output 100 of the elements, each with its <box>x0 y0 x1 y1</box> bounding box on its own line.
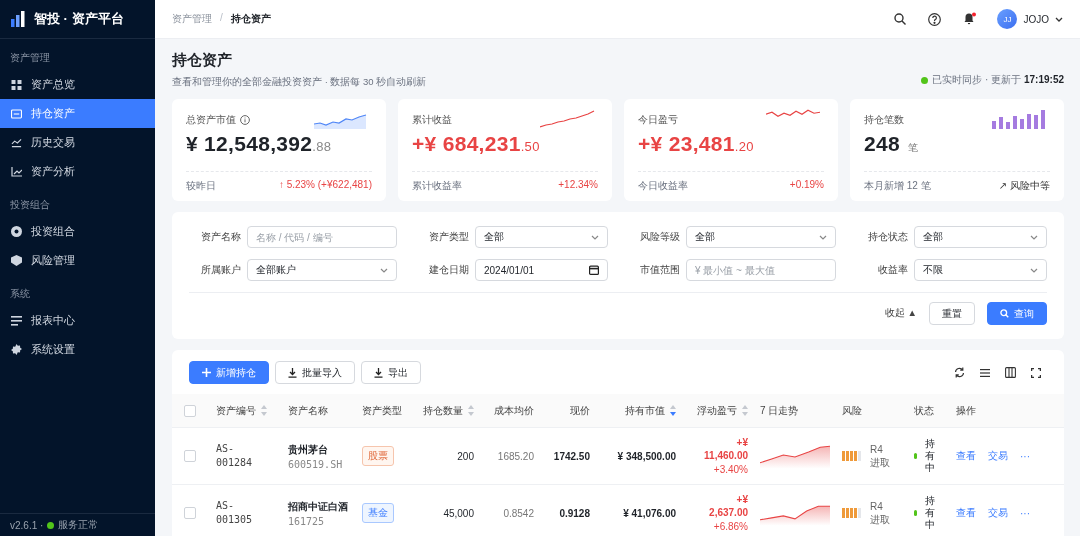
info-icon[interactable] <box>240 115 250 125</box>
breadcrumb-separator: / <box>220 12 223 25</box>
filter-label: 建仓日期 <box>428 263 469 277</box>
collapse-link[interactable]: 收起 ▲ <box>884 307 917 320</box>
export-button[interactable]: 导出 <box>361 361 421 384</box>
status-text: 持有中 <box>925 495 935 531</box>
nav-group-title: 资产管理 <box>9 51 51 65</box>
stat-footnote: 今日收益率 <box>638 179 688 193</box>
floating-profit: +¥ 2,637.00 <box>709 494 748 519</box>
action-link[interactable]: 交易 <box>988 506 1008 520</box>
nav-item[interactable]: 风险管理 <box>0 246 155 275</box>
dropdown-field[interactable]: 全部 <box>686 226 836 248</box>
card-icon <box>11 108 22 119</box>
risk-label: 进取 <box>870 513 890 526</box>
search-icon <box>1000 309 1009 318</box>
stat-label: 总资产市值 <box>186 113 236 127</box>
status-dot <box>47 521 55 529</box>
stat-change: +12.34% <box>558 179 598 192</box>
action-link[interactable]: 查看 <box>956 506 976 520</box>
filter-label: 所属账户 <box>200 263 241 277</box>
nav-item[interactable]: 投资组合 <box>0 217 155 246</box>
asset-code: 600519.SH <box>288 458 343 470</box>
asset-type-tag: 基金 <box>362 503 394 523</box>
row-checkbox[interactable] <box>184 450 196 462</box>
nav-item[interactable]: 资产总览 <box>0 70 155 99</box>
column-header: 资产编号 <box>216 403 256 418</box>
help-icon[interactable] <box>928 12 942 26</box>
sort-icon[interactable] <box>670 405 676 416</box>
download-icon <box>374 367 383 378</box>
nav-item[interactable]: 资产分析 <box>0 157 155 186</box>
app-logo-text: 智投 · 资产平台 <box>34 10 124 28</box>
download-icon <box>288 367 297 378</box>
page-title: 持仓资产 <box>172 51 233 70</box>
risk-meter <box>842 451 862 461</box>
select-all-checkbox[interactable] <box>184 404 196 417</box>
nav-item[interactable]: 报表中心 <box>0 306 155 335</box>
nav-group-title: 系统 <box>9 287 31 301</box>
filter-label: 收益率 <box>877 263 908 277</box>
status-text: 持有中 <box>925 438 935 474</box>
dropdown-field[interactable]: 全部账户 <box>247 259 397 281</box>
columns-icon[interactable] <box>1005 367 1016 378</box>
import-button[interactable]: 批量导入 <box>275 361 355 384</box>
more-link[interactable]: ··· <box>1020 450 1030 462</box>
dropdown-field[interactable]: 不限 <box>914 259 1047 281</box>
search-icon[interactable] <box>894 13 907 25</box>
text-input-field[interactable]: ¥ 最小值 ~ 最大值 <box>686 259 836 281</box>
notification-bell-icon[interactable] <box>963 12 978 26</box>
user-menu[interactable]: JJ JOJO <box>997 9 1063 29</box>
dropdown-field[interactable]: 全部 <box>914 226 1047 248</box>
text-input-field[interactable]: 名称 / 代码 / 编号 <box>247 226 397 248</box>
column-header: 7 日走势 <box>760 403 799 418</box>
density-icon[interactable] <box>980 368 990 377</box>
reset-button[interactable]: 重置 <box>929 302 975 325</box>
asset-id: AS-001305 <box>216 499 254 527</box>
trend-line-icon <box>11 137 22 148</box>
quantity: 45,000 <box>443 507 474 519</box>
plus-icon <box>202 368 211 377</box>
nav-item[interactable]: 持仓资产 <box>0 99 155 128</box>
filter-label: 市值范围 <box>639 263 680 277</box>
column-header: 成本均价 <box>494 403 534 418</box>
date-field[interactable]: 2024/01/01 <box>475 259 608 281</box>
nav-item[interactable]: 历史交易 <box>0 128 155 157</box>
column-header: 资产名称 <box>288 403 328 418</box>
gear-icon <box>11 344 22 355</box>
action-link[interactable]: 交易 <box>988 449 1008 463</box>
column-header: 风险 <box>842 403 862 418</box>
stat-footnote: 累计收益率 <box>412 179 462 193</box>
filter-label: 持仓状态 <box>867 230 908 244</box>
column-header: 现价 <box>570 403 590 418</box>
risk-meter <box>842 508 862 518</box>
chevron-down-icon <box>1030 234 1038 240</box>
row-checkbox[interactable] <box>184 507 196 519</box>
breadcrumb-item: 持仓资产 <box>230 12 271 26</box>
risk-label: 进取 <box>870 456 890 469</box>
more-link[interactable]: ··· <box>1020 507 1030 519</box>
nav-item[interactable]: 系统设置 <box>0 335 155 364</box>
market-value: ¥ 41,076.00 <box>623 507 676 519</box>
stat-change: ↗ 风险中等 <box>998 179 1050 193</box>
action-link[interactable]: 查看 <box>956 449 976 463</box>
profit-percent: +6.86% <box>713 521 748 532</box>
profit-percent: +3.40% <box>713 464 748 475</box>
column-header: 操作 <box>956 403 976 418</box>
sync-status-dot <box>921 76 929 84</box>
sync-status-text: 已实时同步 · 更新于 17:19:52 <box>932 73 1064 87</box>
risk-level: R4 <box>870 500 884 513</box>
add-button[interactable]: 新增持仓 <box>189 361 269 384</box>
current-price: 0.9128 <box>559 507 590 519</box>
asset-name: 招商中证白酒 <box>288 499 348 514</box>
refresh-icon[interactable] <box>954 367 965 378</box>
calendar-icon[interactable] <box>589 265 599 275</box>
search-button[interactable]: 查询 <box>987 302 1047 325</box>
market-value: ¥ 348,500.00 <box>617 450 676 462</box>
current-price: 1742.50 <box>553 450 590 462</box>
version-text: v2.6.1 · <box>10 519 44 531</box>
risk-level: R4 <box>870 443 884 456</box>
service-status: 服务正常 <box>58 518 99 532</box>
stat-footnote: 本月新增 12 笔 <box>864 179 931 193</box>
dropdown-field[interactable]: 全部 <box>475 226 608 248</box>
chevron-down-icon <box>1030 267 1038 273</box>
fullscreen-icon[interactable] <box>1031 367 1041 378</box>
